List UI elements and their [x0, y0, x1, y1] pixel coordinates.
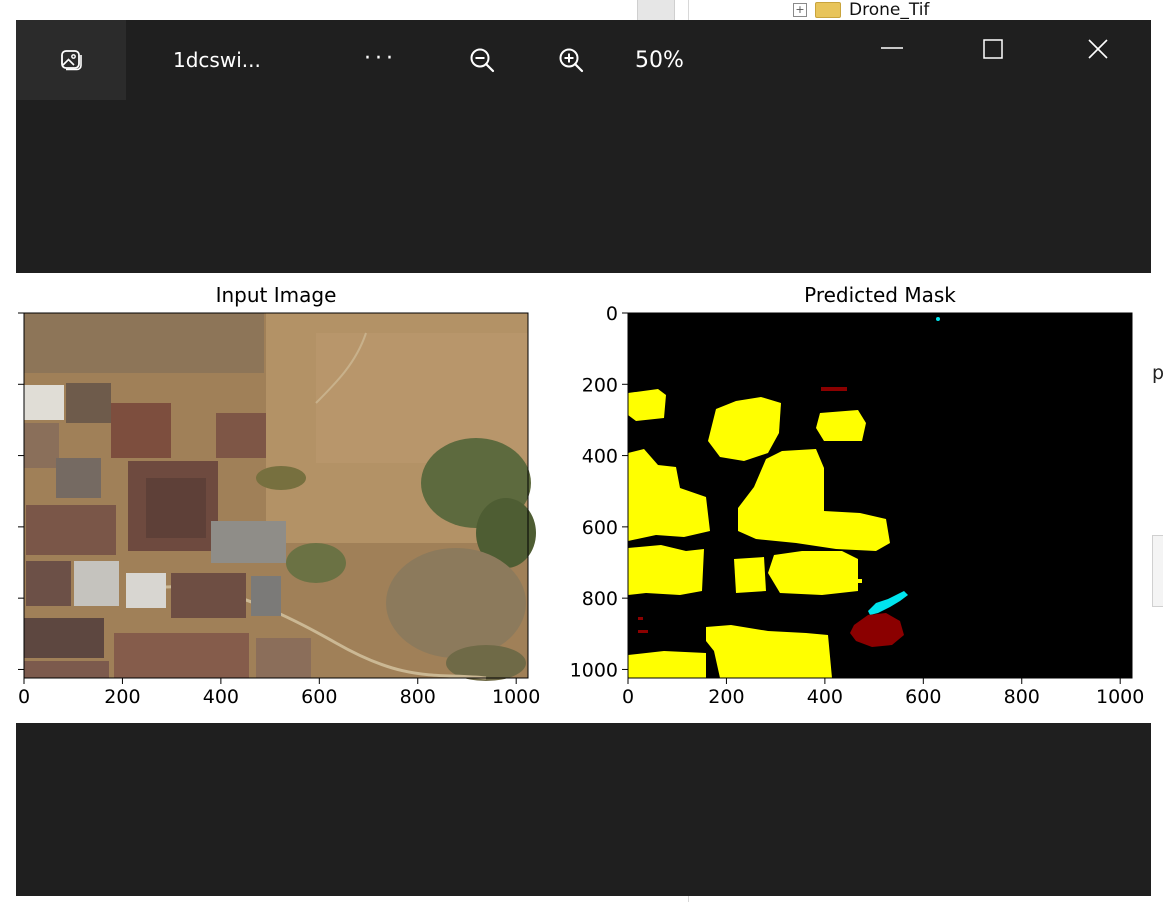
y-tick-label: 400: [582, 446, 618, 468]
x-tick-label: 400: [203, 686, 239, 708]
background-panel-edge: [1152, 535, 1163, 607]
maximize-icon[interactable]: [982, 38, 1004, 60]
close-icon[interactable]: [1087, 38, 1109, 60]
input-x-axis: 0 200 400 600 800 1000: [18, 678, 540, 708]
x-tick-label: 600: [301, 686, 337, 708]
mask-x-axis: 0 200 400 600 800 1000: [622, 678, 1144, 708]
input-image-title: Input Image: [216, 283, 337, 307]
predicted-mask-image: [628, 313, 1132, 678]
x-tick-label: 0: [622, 686, 634, 708]
app-icon-button[interactable]: [16, 20, 126, 100]
minimize-icon[interactable]: [880, 44, 904, 52]
y-tick-label: 600: [582, 517, 618, 539]
x-tick-label: 800: [1004, 686, 1040, 708]
x-tick-label: 1000: [1096, 686, 1144, 708]
predicted-mask-title: Predicted Mask: [804, 283, 956, 307]
figure-canvas: Input Image 0 200 400 600 800 1000 Predi…: [16, 273, 1151, 723]
input-image: [24, 313, 536, 681]
photo-viewer-window: 1dcswi... ··· 50% Input Image 0 200 400 …: [16, 20, 1151, 896]
photo-app-icon: [61, 50, 82, 71]
x-tick-label: 1000: [492, 686, 540, 708]
zoom-level[interactable]: 50%: [635, 48, 684, 73]
more-options-button[interactable]: ···: [364, 46, 397, 71]
background-scrollbar: [637, 0, 675, 20]
background-edge-text: p: [1152, 362, 1163, 384]
input-y-axis: [18, 312, 24, 670]
mask-y-axis: 0 200 400 600 800 1000: [570, 303, 628, 681]
folder-label[interactable]: Drone_Tif: [849, 0, 929, 20]
x-tick-label: 200: [104, 686, 140, 708]
figure-svg: Input Image 0 200 400 600 800 1000 Predi…: [18, 283, 1144, 708]
folder-icon: [815, 2, 841, 18]
x-tick-label: 600: [905, 686, 941, 708]
expand-icon[interactable]: +: [793, 3, 807, 17]
x-tick-label: 800: [400, 686, 436, 708]
viewer-titlebar: 1dcswi... ··· 50%: [16, 20, 1151, 100]
x-tick-label: 400: [807, 686, 843, 708]
x-tick-label: 200: [708, 686, 744, 708]
y-tick-label: 0: [606, 303, 618, 325]
y-tick-label: 800: [582, 588, 618, 610]
background-tree-item[interactable]: + Drone_Tif: [793, 0, 929, 20]
x-tick-label: 0: [18, 686, 30, 708]
zoom-in-icon[interactable]: [557, 46, 587, 74]
y-tick-label: 1000: [570, 659, 618, 681]
y-tick-label: 200: [582, 374, 618, 396]
zoom-out-icon[interactable]: [468, 46, 498, 74]
window-title: 1dcswi...: [173, 48, 261, 72]
